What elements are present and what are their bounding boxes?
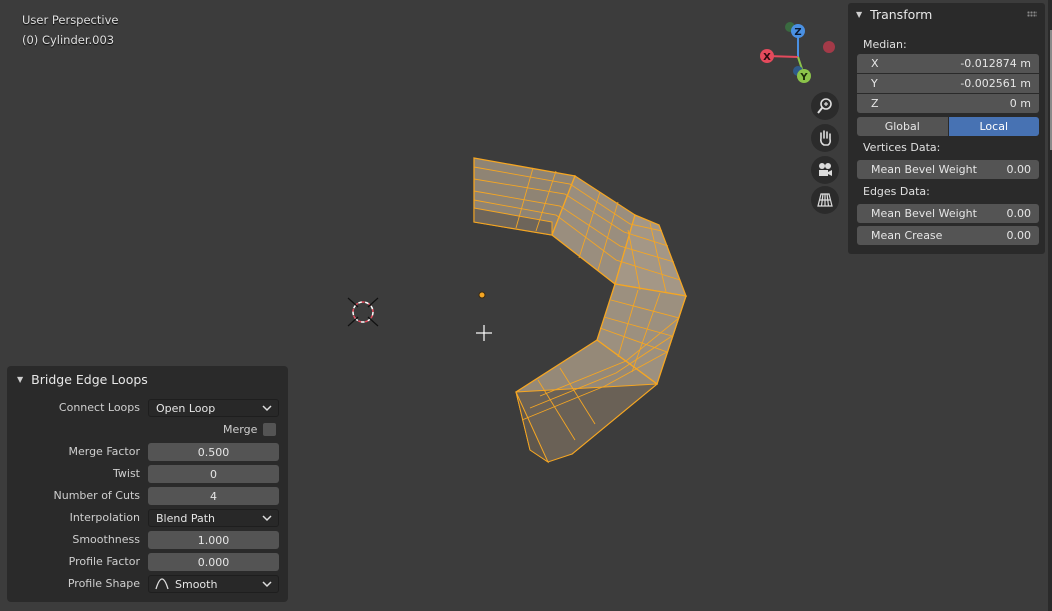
zoom-icon xyxy=(817,98,832,114)
profile-shape-label: Profile Shape xyxy=(67,577,140,590)
median-z-value: 0 m xyxy=(1009,97,1031,110)
perspective-toggle-button[interactable] xyxy=(811,186,839,214)
local-button[interactable]: Local xyxy=(948,117,1039,136)
gizmo-y-axis-icon[interactable]: Y xyxy=(797,69,811,83)
svg-text:Z: Z xyxy=(794,27,801,38)
merge-checkbox[interactable] xyxy=(263,423,276,436)
edge-mean-crease-field[interactable]: Mean Crease 0.00 xyxy=(857,226,1039,245)
median-z-label: Z xyxy=(871,97,879,110)
twist-label: Twist xyxy=(113,467,140,480)
chevron-down-icon xyxy=(262,515,272,522)
median-y-field[interactable]: Y -0.002561 m xyxy=(857,74,1039,93)
edge-mean-crease-value: 0.00 xyxy=(1006,229,1032,242)
profile-shape-dropdown[interactable]: Smooth xyxy=(148,575,279,593)
crosshair-icon xyxy=(476,325,492,341)
pan-button[interactable] xyxy=(811,124,839,152)
edge-mean-bevel-label: Mean Bevel Weight xyxy=(871,207,977,220)
edges-data-label: Edges Data: xyxy=(863,185,930,198)
transform-panel-title: Transform xyxy=(870,7,933,22)
profile-factor-label: Profile Factor xyxy=(68,555,140,568)
smoothness-label: Smoothness xyxy=(72,533,140,546)
merge-factor-field[interactable]: 0.500 xyxy=(148,443,279,461)
vertex-mean-bevel-label: Mean Bevel Weight xyxy=(871,163,977,176)
space-toggle: Global Local xyxy=(857,117,1039,136)
median-x-label: X xyxy=(871,57,879,70)
zoom-button[interactable] xyxy=(811,92,839,120)
vertices-data-label: Vertices Data: xyxy=(863,141,941,154)
number-of-cuts-label: Number of Cuts xyxy=(53,489,140,502)
connect-loops-value: Open Loop xyxy=(156,401,216,415)
profile-shape-value: Smooth xyxy=(175,577,218,591)
vertex-mean-bevel-value: 0.00 xyxy=(1006,163,1032,176)
grid-perspective-icon xyxy=(817,193,833,207)
median-label: Median: xyxy=(863,38,907,51)
vertex-mean-bevel-field[interactable]: Mean Bevel Weight 0.00 xyxy=(857,160,1039,179)
median-x-field[interactable]: X -0.012874 m xyxy=(857,54,1039,73)
twist-field[interactable]: 0 xyxy=(148,465,279,483)
interpolation-value: Blend Path xyxy=(156,511,215,525)
edge-mean-bevel-value: 0.00 xyxy=(1006,207,1032,220)
edge-mean-bevel-field[interactable]: Mean Bevel Weight 0.00 xyxy=(857,204,1039,223)
collapse-triangle-icon[interactable]: ▼ xyxy=(17,375,23,384)
svg-text:X: X xyxy=(763,52,771,63)
merge-label: Merge xyxy=(223,423,258,436)
active-object-label: (0) Cylinder.003 xyxy=(22,33,115,47)
transform-panel: ▼ Transform Median: X -0.012874 m Y -0.0… xyxy=(848,3,1045,254)
viewport-title: User Perspective xyxy=(22,13,119,27)
interpolation-dropdown[interactable]: Blend Path xyxy=(148,509,279,527)
drag-grip-icon[interactable] xyxy=(1027,11,1037,17)
object-origin[interactable] xyxy=(478,291,486,299)
global-button[interactable]: Global xyxy=(857,117,948,136)
median-y-value: -0.002561 m xyxy=(960,77,1031,90)
profile-factor-field[interactable]: 0.000 xyxy=(148,553,279,571)
interpolation-label: Interpolation xyxy=(69,511,140,524)
number-of-cuts-field[interactable]: 4 xyxy=(148,487,279,505)
camera-icon xyxy=(819,163,832,176)
svg-text:Y: Y xyxy=(799,72,808,83)
smooth-curve-icon xyxy=(155,578,169,590)
connect-loops-label: Connect Loops xyxy=(58,401,140,414)
chevron-down-icon xyxy=(262,405,272,412)
hand-pan-icon xyxy=(820,130,832,146)
camera-view-button[interactable] xyxy=(811,156,839,184)
merge-factor-label: Merge Factor xyxy=(68,445,140,458)
gizmo-x-axis-icon[interactable]: X xyxy=(760,49,774,63)
connect-loops-dropdown[interactable]: Open Loop xyxy=(148,399,279,417)
collapse-triangle-icon[interactable]: ▼ xyxy=(856,10,862,19)
bridge-panel-title: Bridge Edge Loops xyxy=(31,371,148,387)
chevron-down-icon xyxy=(262,581,272,588)
smoothness-field[interactable]: 1.000 xyxy=(148,531,279,549)
gizmo-z-axis-icon[interactable]: Z xyxy=(791,24,805,38)
bridge-edge-loops-panel: ▼ Bridge Edge Loops Connect Loops Open L… xyxy=(7,366,288,602)
3d-viewport[interactable]: Z X Y User Perspective (0) Cylinder.003 xyxy=(0,0,1052,611)
edge-mean-crease-label: Mean Crease xyxy=(871,229,943,242)
bridge-panel-header[interactable]: ▼ Bridge Edge Loops xyxy=(7,366,288,392)
median-z-field[interactable]: Z 0 m xyxy=(857,94,1039,113)
median-y-label: Y xyxy=(871,77,878,90)
transform-panel-header[interactable]: ▼ Transform xyxy=(848,3,1045,26)
selected-mesh[interactable] xyxy=(473,157,688,464)
3d-cursor-icon[interactable] xyxy=(347,297,379,327)
median-x-value: -0.012874 m xyxy=(960,57,1031,70)
